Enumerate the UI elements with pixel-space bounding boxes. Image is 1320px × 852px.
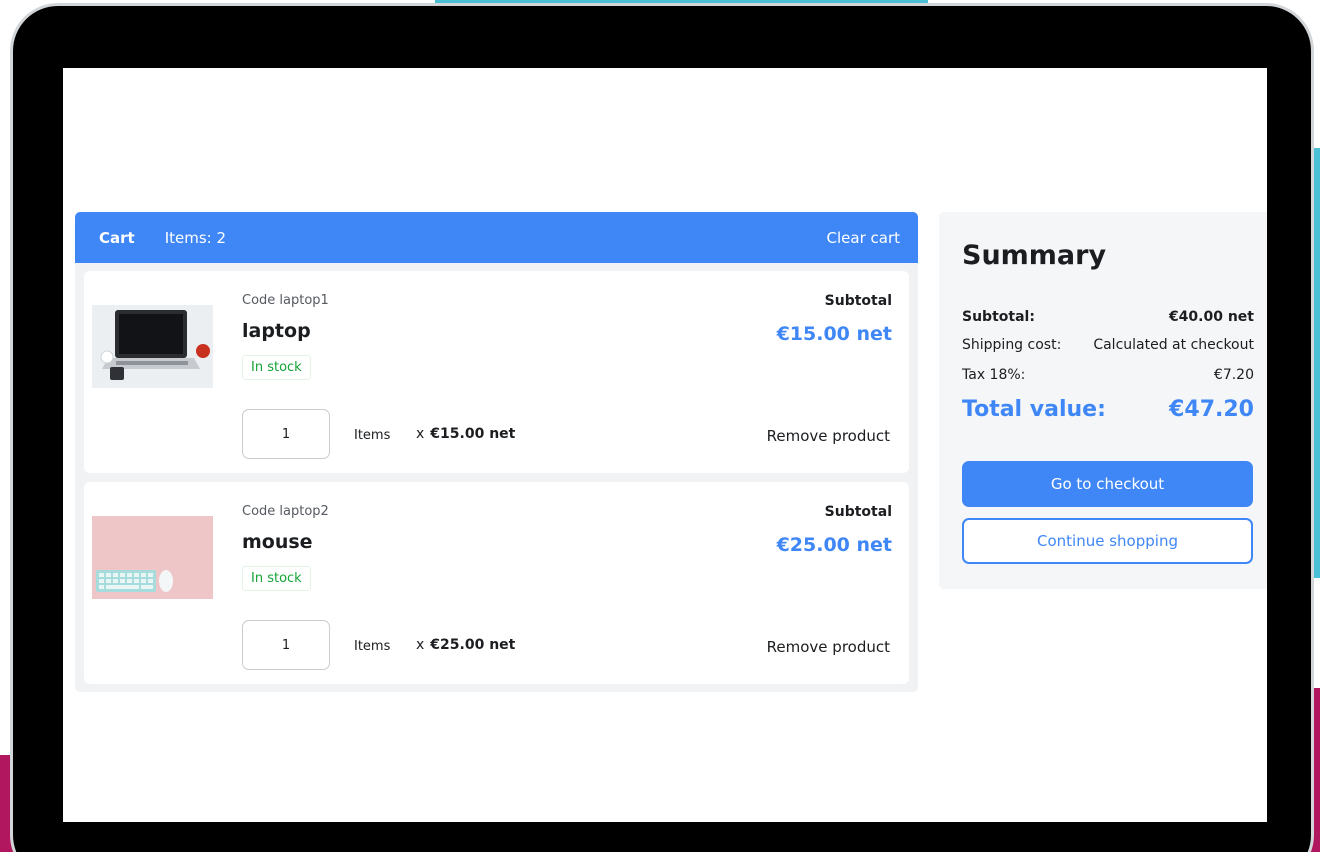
stock-badge: In stock xyxy=(242,355,311,380)
multiply-sign: x xyxy=(416,637,425,653)
remove-product-button[interactable]: Remove product xyxy=(767,427,890,445)
product-name: mouse xyxy=(242,531,313,553)
summary-total-label: Total value: xyxy=(962,397,1106,422)
continue-shopping-button[interactable]: Continue shopping xyxy=(962,518,1253,564)
cart-items-count: Items: 2 xyxy=(164,228,227,247)
product-code: Code laptop1 xyxy=(242,293,329,308)
keyboard-mouse-photo-icon xyxy=(92,516,213,599)
cart-item: Code laptop2 mouse In stock Subtotal €25… xyxy=(84,482,909,684)
summary-shipping-value: Calculated at checkout xyxy=(1093,337,1254,353)
summary-subtotal-value: €40.00 net xyxy=(1168,309,1254,325)
quantity-input[interactable]: 1 xyxy=(242,620,330,670)
unit-price: x €15.00 net xyxy=(416,426,515,442)
summary-shipping-row: Shipping cost: Calculated at checkout xyxy=(962,337,1254,353)
summary-panel: Summary Subtotal: €40.00 net Shipping co… xyxy=(939,212,1267,589)
summary-tax-value: €7.20 xyxy=(1213,367,1254,383)
product-code: Code laptop2 xyxy=(242,504,329,519)
summary-tax-label: Tax 18%: xyxy=(962,367,1026,383)
clear-cart-button[interactable]: Clear cart xyxy=(827,229,900,247)
summary-subtotal-row: Subtotal: €40.00 net xyxy=(962,309,1254,325)
subtotal-label: Subtotal xyxy=(824,293,892,309)
summary-title: Summary xyxy=(962,240,1107,271)
items-label: Items xyxy=(354,428,391,443)
summary-total-row: Total value: €47.20 xyxy=(962,397,1254,422)
subtotal-value: €25.00 net xyxy=(776,534,892,556)
unit-price-value: €25.00 net xyxy=(430,637,516,653)
subtotal-value: €15.00 net xyxy=(776,323,892,345)
multiply-sign: x xyxy=(416,426,425,442)
remove-product-button[interactable]: Remove product xyxy=(767,638,890,656)
cart-panel: Cart Items: 2 Clear cart Code laptop1 la… xyxy=(75,212,918,692)
summary-shipping-label: Shipping cost: xyxy=(962,337,1062,353)
cart-header: Cart Items: 2 Clear cart xyxy=(75,212,918,263)
cart-item: Code laptop1 laptop In stock Subtotal €1… xyxy=(84,271,909,473)
items-label: Items xyxy=(354,639,391,654)
stock-badge: In stock xyxy=(242,566,311,591)
product-name: laptop xyxy=(242,320,311,342)
screen: Cart Items: 2 Clear cart Code laptop1 la… xyxy=(63,68,1267,822)
checkout-button[interactable]: Go to checkout xyxy=(962,461,1253,507)
unit-price: x €25.00 net xyxy=(416,637,515,653)
unit-price-value: €15.00 net xyxy=(430,426,516,442)
summary-subtotal-label: Subtotal: xyxy=(962,309,1035,325)
tablet-frame: Cart Items: 2 Clear cart Code laptop1 la… xyxy=(10,3,1314,852)
summary-tax-row: Tax 18%: €7.20 xyxy=(962,367,1254,383)
laptop-photo-icon xyxy=(92,305,213,388)
summary-total-value: €47.20 xyxy=(1169,397,1254,422)
decor-bar-right xyxy=(1313,148,1320,578)
cart-title: Cart xyxy=(99,228,135,247)
quantity-input[interactable]: 1 xyxy=(242,409,330,459)
subtotal-label: Subtotal xyxy=(824,504,892,520)
